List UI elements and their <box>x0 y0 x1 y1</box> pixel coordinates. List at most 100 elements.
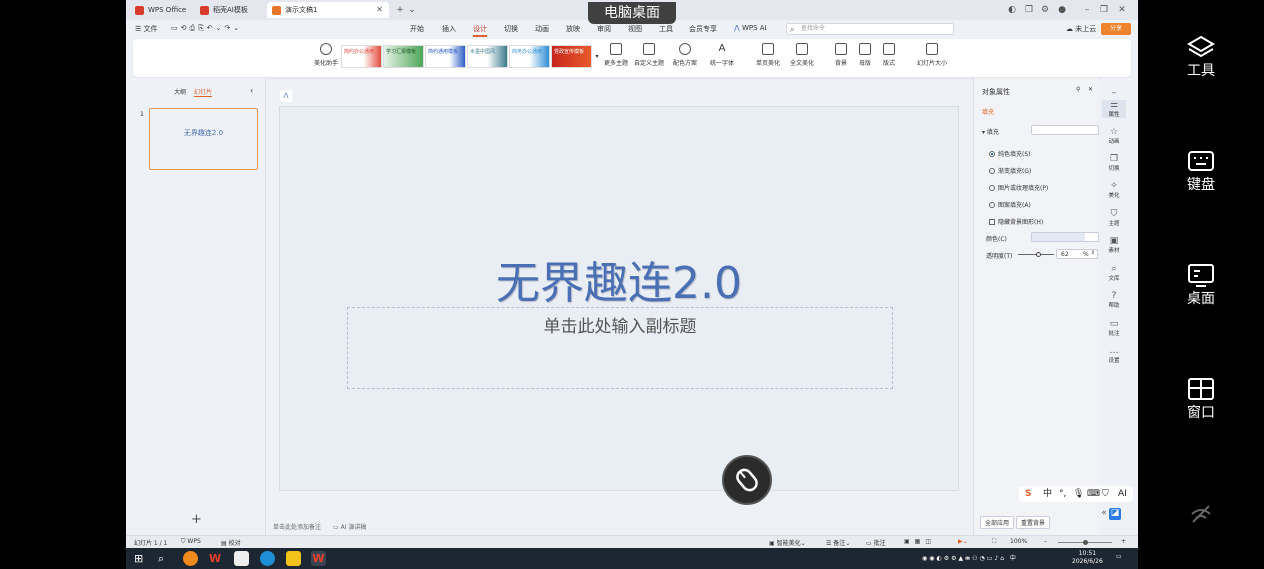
side-item-animation[interactable]: ☆ 动画 <box>1102 127 1126 145</box>
tab-outline[interactable]: 大纲 <box>174 87 186 96</box>
slide-size-button[interactable]: 幻灯片大小 <box>912 43 952 67</box>
notes-toggle[interactable]: ☰ 备注⌄ <box>826 538 850 547</box>
zoom-out-icon[interactable]: – <box>1044 538 1047 545</box>
punct-icon[interactable]: °, <box>1059 486 1066 502</box>
fit-icon[interactable]: ⛶ <box>992 538 996 546</box>
background-button[interactable]: 背景 <box>830 43 852 67</box>
play-button[interactable]: ▶⌄ <box>958 538 968 545</box>
beautify-button[interactable]: 美化助手 <box>311 43 341 67</box>
tray-icons[interactable]: ◉◉◐⚙⚙▲⛂⚇◔▭♪⌂ 中 <box>922 553 1018 562</box>
windows-start-icon[interactable]: ⊞ <box>134 551 149 566</box>
menu-item-member[interactable]: 会员专享 <box>689 24 717 34</box>
full-beautify-button[interactable]: 全文美化 <box>785 43 819 67</box>
theme-thumb[interactable]: 商务办公通用 <box>509 45 550 68</box>
zoom-level[interactable]: 100% <box>1010 538 1027 545</box>
subtitle-placeholder-box[interactable]: 单击此处输入副标题 <box>347 307 893 389</box>
slide-thumbnail[interactable]: 无界趣连2.0 <box>149 108 258 170</box>
apply-all-button[interactable]: 全部应用 <box>980 516 1015 529</box>
close-pane-icon[interactable]: ✕ <box>1088 86 1093 93</box>
side-item-beautify[interactable]: ✧ 美化 <box>1102 181 1126 199</box>
close-icon[interactable]: ✕ <box>1116 4 1128 16</box>
slide-title[interactable]: 无界趣连2.0 <box>280 247 958 311</box>
app-icon[interactable] <box>234 551 249 566</box>
menu-item-review[interactable]: 审阅 <box>597 24 611 34</box>
clock[interactable]: 10:51 2026/6/26 <box>1072 550 1103 566</box>
master-button[interactable]: 母版 <box>854 43 876 67</box>
search-input[interactable]: ⌕ 查找命令 <box>786 23 954 35</box>
side-item-comment[interactable]: ▭ 批注 <box>1102 319 1126 337</box>
tab-slides[interactable]: 幻灯片 <box>194 87 213 97</box>
fill-section-toggle[interactable]: ▾ 填充 <box>982 127 999 136</box>
side-item-properties[interactable]: ⚌ 属性 <box>1102 100 1126 118</box>
fill-select[interactable] <box>1031 125 1099 135</box>
view-buttons[interactable]: ▣▦◫ <box>904 538 936 545</box>
comment-toggle[interactable]: ▭ 批注 <box>866 538 886 547</box>
share-button[interactable]: 分享 <box>1101 23 1131 35</box>
unify-font-button[interactable]: A 统一字体 <box>705 43 739 67</box>
ai-icon[interactable]: AI <box>1118 486 1127 502</box>
keyboard-button[interactable]: 键盘 <box>1138 148 1264 194</box>
wps-ai-button[interactable]: ⋀ WPS AI <box>734 24 767 32</box>
assistant-icon[interactable]: ◪ <box>1109 508 1121 520</box>
radio-picture-fill[interactable]: 图片或纹理填充(P) <box>989 183 1048 192</box>
layout-button[interactable]: 版式 <box>878 43 900 67</box>
network-off-icon[interactable] <box>1138 500 1264 526</box>
side-item-help[interactable]: ? 帮助 <box>1102 291 1126 309</box>
ai-icon[interactable]: ⋀ <box>280 90 292 102</box>
notification-icon[interactable]: ▭ <box>1116 553 1122 560</box>
theme-thumb[interactable]: 简约办公通用 <box>341 45 382 68</box>
menu-item-insert[interactable]: 插入 <box>442 24 456 34</box>
maximize-icon[interactable]: ❐ <box>1098 4 1110 16</box>
close-tab-icon[interactable]: ✕ <box>376 2 383 18</box>
side-item-transition[interactable]: ❐ 切换 <box>1102 154 1126 172</box>
zoom-thumb[interactable] <box>1083 540 1088 545</box>
tab-ai-template[interactable]: 稻壳AI模板 <box>195 2 265 18</box>
avatar[interactable]: ● <box>1056 4 1068 16</box>
custom-theme-button[interactable]: 自定义主题 <box>632 43 666 67</box>
ime-toolbar[interactable]: S 中 °, 🎙 ⌨ ⛉ AI <box>1019 486 1133 502</box>
transparency-input[interactable]: 62 % ⇕ <box>1056 249 1098 259</box>
radio-solid-fill[interactable]: 纯色填充(S) <box>989 149 1031 158</box>
pin-icon[interactable]: ⚲ <box>1076 86 1080 93</box>
tab-presentation[interactable]: 演示文稿1 ✕ <box>267 2 389 18</box>
notes-placeholder[interactable]: 单击此处添加备注 <box>273 522 321 531</box>
ime-lang[interactable]: 中 <box>1043 486 1052 502</box>
smart-beautify-button[interactable]: ▣ 智能美化⌄ <box>769 538 806 547</box>
theme-expand-icon[interactable]: ▾ <box>594 53 600 60</box>
wps-taskbar-icon[interactable]: W <box>209 551 224 566</box>
color-scheme-button[interactable]: 配色方案 <box>668 43 702 67</box>
single-page-beautify-button[interactable]: 单页美化 <box>753 43 783 67</box>
slide-canvas[interactable]: 无界趣连2.0 单击此处输入副标题 <box>279 106 959 491</box>
hide-bg-checkbox[interactable]: 隐藏背景图形(H) <box>989 217 1043 226</box>
more-themes-button[interactable]: 更多主题 <box>602 43 630 67</box>
menu-item-slideshow[interactable]: 放映 <box>566 24 580 34</box>
taskbar-search-icon[interactable]: ⌕ <box>158 551 173 566</box>
browser-icon[interactable] <box>183 551 198 566</box>
desktop-button[interactable]: 桌面 <box>1138 262 1264 308</box>
add-slide-button[interactable]: + <box>191 512 202 527</box>
edge-icon[interactable] <box>260 551 275 566</box>
window-button[interactable]: 窗口 <box>1138 376 1264 422</box>
side-item-material[interactable]: ▣ 素材 <box>1102 236 1126 254</box>
stepper-icon[interactable]: ⇕ <box>1091 250 1095 256</box>
wps-active-icon[interactable]: W <box>311 551 326 566</box>
theme-thumb[interactable]: 学习汇报模板 <box>383 45 424 68</box>
theme-thumb[interactable]: 简约通用模板 <box>425 45 466 68</box>
menu-item-tools[interactable]: 工具 <box>659 24 673 34</box>
collapse-icon[interactable]: ‹ <box>250 86 253 95</box>
side-item-library[interactable]: ⌕ 文库 <box>1102 264 1126 282</box>
ai-speech-button[interactable]: ▭ AI 演讲稿 <box>333 522 366 531</box>
tab-wps-office[interactable]: WPS Office <box>130 2 192 18</box>
radio-pattern-fill[interactable]: 图案填充(A) <box>989 200 1031 209</box>
chevron-down-icon[interactable]: ⌄ <box>406 4 418 16</box>
keyboard-icon[interactable]: ⌨ <box>1087 486 1100 502</box>
quick-access-icons[interactable]: ▭⟲⎙⎘↶⌄↷⌄ <box>171 24 242 33</box>
reset-background-button[interactable]: 重置背景 <box>1016 516 1051 529</box>
tab-fill[interactable]: 填充 <box>982 107 994 116</box>
new-tab-icon[interactable]: + <box>394 4 406 16</box>
zoom-in-icon[interactable]: + <box>1121 538 1126 545</box>
remote-control-button[interactable] <box>722 455 772 505</box>
cloud-status[interactable]: ☁ 未上云 <box>1066 24 1096 34</box>
radio-gradient-fill[interactable]: 渐变填充(G) <box>989 166 1031 175</box>
menu-item-start[interactable]: 开始 <box>410 24 424 34</box>
